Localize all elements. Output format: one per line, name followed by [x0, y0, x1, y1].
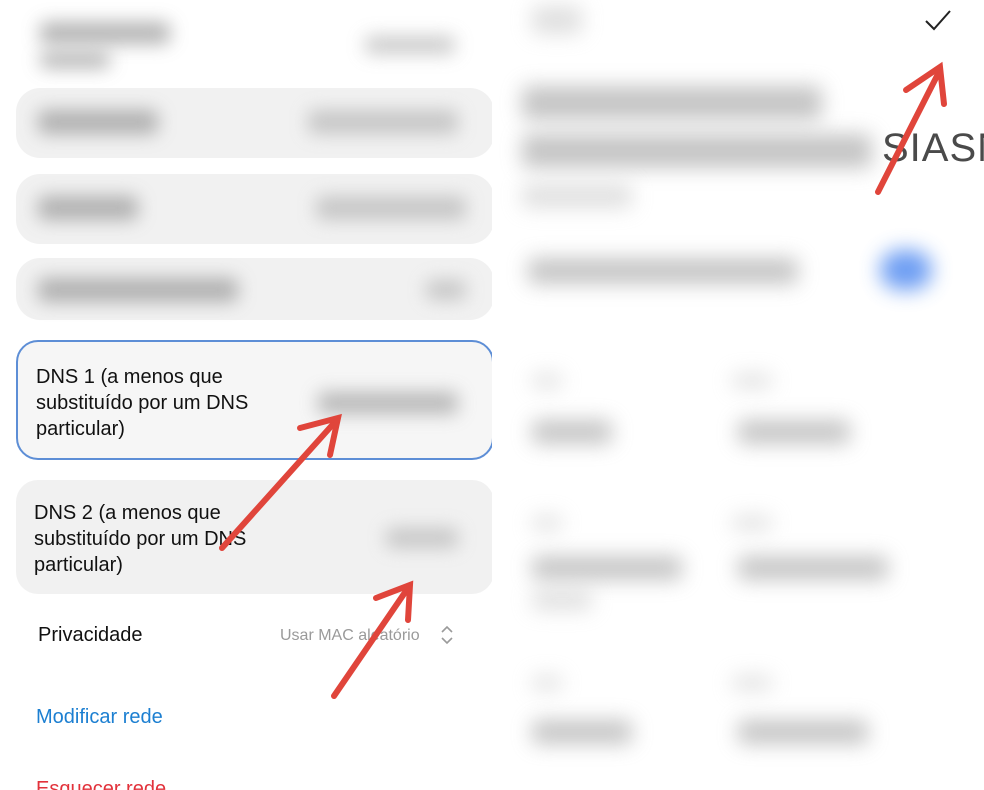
blurred-text: [532, 420, 612, 444]
blurred-text: [40, 22, 170, 44]
dns1-value[interactable]: [318, 392, 458, 414]
blurred-text: [40, 52, 110, 68]
blurred-text: [532, 676, 562, 690]
blurred-text: [38, 278, 238, 302]
blurred-text: [38, 110, 158, 134]
privacy-label: Privacidade: [38, 624, 143, 646]
blurred-text: [738, 720, 868, 744]
dns2-label: DNS 2 (a menos que substituído por um DN…: [34, 502, 247, 576]
blurred-subtitle: [522, 184, 632, 208]
sort-icon[interactable]: [440, 624, 454, 646]
dns2-field[interactable]: DNS 2 (a menos que substituído por um DN…: [16, 480, 492, 594]
blurred-toggle-label: [528, 258, 798, 284]
blurred-network-name: [522, 134, 872, 168]
blurred-setting-card[interactable]: [16, 88, 492, 158]
blurred-text: [738, 556, 888, 580]
modify-network-link[interactable]: Modificar rede: [36, 706, 163, 729]
blurred-setting-card[interactable]: [16, 174, 492, 244]
blurred-value: [308, 110, 458, 134]
network-name-partial: SIASN: [882, 126, 984, 170]
blurred-value: [365, 36, 455, 54]
blurred-text: [38, 196, 138, 220]
blurred-back-button[interactable]: [532, 6, 582, 34]
privacy-value[interactable]: Usar MAC aleatório: [280, 627, 420, 645]
dns1-field[interactable]: DNS 1 (a menos que substituído por um DN…: [16, 340, 492, 460]
blurred-text: [532, 516, 562, 530]
network-settings-panel: DNS 1 (a menos que substituído por um DN…: [0, 0, 492, 790]
blurred-title: [522, 86, 822, 120]
blurred-text: [532, 590, 592, 610]
dns1-label: DNS 1 (a menos que substituído por um DN…: [36, 366, 249, 440]
blurred-value: [316, 196, 466, 220]
blurred-text: [732, 676, 772, 690]
blurred-setting-card[interactable]: [16, 258, 492, 320]
blurred-text: [732, 516, 772, 530]
blurred-text: [532, 720, 632, 744]
auto-connect-toggle[interactable]: [880, 250, 932, 290]
check-icon[interactable]: [922, 4, 954, 36]
blurred-value: [426, 280, 466, 300]
blurred-text: [532, 556, 682, 580]
blurred-text: [532, 374, 562, 388]
network-details-panel: SIASN: [492, 0, 984, 790]
blurred-text: [732, 374, 772, 388]
forget-network-link[interactable]: Esquecer rede: [36, 778, 166, 790]
blurred-text: [738, 420, 850, 444]
dns2-value[interactable]: [386, 528, 458, 548]
